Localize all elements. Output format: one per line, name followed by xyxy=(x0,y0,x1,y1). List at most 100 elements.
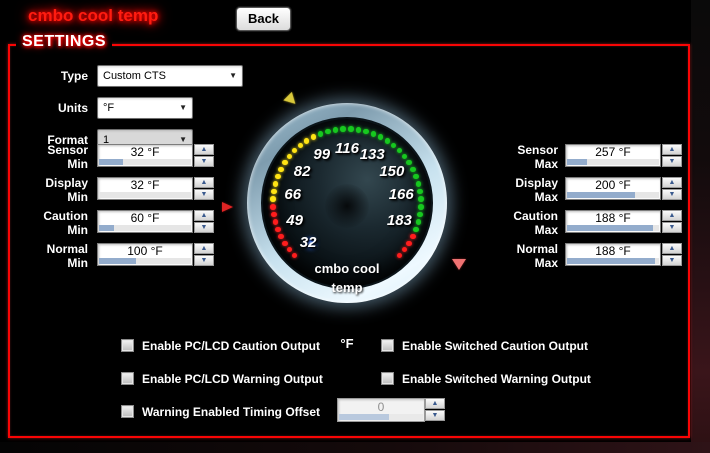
timing-offset-checkbox[interactable] xyxy=(121,405,134,418)
gauge-led-dot xyxy=(401,153,408,160)
gauge-led-dot xyxy=(317,131,324,137)
gauge-led-dot xyxy=(410,233,416,240)
spin-down-button[interactable]: ▼ xyxy=(662,255,682,266)
pc-lcd-caution-checkbox[interactable] xyxy=(121,339,134,352)
sensor-min-field[interactable]: 32 °F xyxy=(97,144,193,167)
caution-max-spinner: ▲ ▼ xyxy=(662,210,682,233)
display-min-value: 32 °F xyxy=(130,178,160,192)
type-label: Type xyxy=(60,69,88,83)
spin-up-button[interactable]: ▲ xyxy=(194,243,214,254)
gauge-face-title-2: temp xyxy=(331,280,363,295)
spin-down-button[interactable]: ▼ xyxy=(194,255,214,266)
switched-caution-checkbox[interactable] xyxy=(381,339,394,352)
gauge-led-dot xyxy=(348,126,354,132)
caution-max-progress xyxy=(567,225,659,231)
switched-warning-label: Enable Switched Warning Output xyxy=(402,372,591,386)
timing-offset-progress xyxy=(339,414,423,420)
gauge-tick-label: 183 xyxy=(386,211,412,229)
normal-max-value: 188 °F xyxy=(595,244,631,258)
gauge-led-dot xyxy=(297,142,304,149)
gauge-led-dot xyxy=(275,173,281,180)
gauge-led-dot xyxy=(417,188,423,195)
switched-warning-checkbox[interactable] xyxy=(381,372,394,385)
sensor-max-spinner: ▲ ▼ xyxy=(662,144,682,167)
gauge-led-dot xyxy=(272,219,279,225)
gauge-led-dot xyxy=(340,126,346,132)
switched-caution-label: Enable Switched Caution Output xyxy=(402,339,588,353)
display-max-value: 200 °F xyxy=(595,178,631,192)
gauge-led-dot xyxy=(363,128,369,135)
sensor-max-field[interactable]: 257 °F xyxy=(565,144,661,167)
caution-min-progress xyxy=(99,225,191,231)
units-dropdown-value: °F xyxy=(103,102,115,114)
spin-down-button[interactable]: ▼ xyxy=(662,222,682,233)
spin-up-button[interactable]: ▲ xyxy=(662,210,682,221)
caution-max-value: 188 °F xyxy=(595,211,631,225)
gauge-dial: cmbo cool temp °F 32 49 66 82 99 116 133 150 166… xyxy=(247,103,447,351)
gauge-led-dot xyxy=(410,166,416,173)
display-min-label: Display Min xyxy=(45,176,88,204)
timing-offset-field[interactable]: 0 xyxy=(337,398,425,422)
normal-min-field[interactable]: 100 °F xyxy=(97,243,193,266)
spin-up-button[interactable]: ▲ xyxy=(194,177,214,188)
caution-min-value: 60 °F xyxy=(130,211,160,225)
normal-max-field[interactable]: 188 °F xyxy=(565,243,661,266)
gauge-led-dot xyxy=(278,233,284,240)
spin-up-button[interactable]: ▲ xyxy=(662,243,682,254)
spin-up-button[interactable]: ▲ xyxy=(194,144,214,155)
display-min-field[interactable]: 32 °F xyxy=(97,177,193,200)
spin-up-button[interactable]: ▲ xyxy=(194,210,214,221)
caution-min-spinner: ▲ ▼ xyxy=(194,210,214,233)
display-min-spinner: ▲ ▼ xyxy=(194,177,214,200)
gauge-led-dot xyxy=(384,138,391,144)
gauge-led-dot xyxy=(278,166,284,173)
background-texture-right xyxy=(691,0,710,453)
background-texture-bottom xyxy=(0,442,710,453)
gauge-led-dot xyxy=(355,127,362,133)
gauge-face-title-1: cmbo cool xyxy=(314,261,380,276)
gauge-led-dot xyxy=(282,240,288,247)
gauge-led-dot xyxy=(303,138,310,144)
normal-max-spinner: ▲ ▼ xyxy=(662,243,682,266)
gauge-tick-label: 133 xyxy=(359,146,385,164)
settings-section-title: SETTINGS xyxy=(16,33,113,51)
normal-min-progress xyxy=(99,258,191,264)
units-dropdown[interactable]: °F ▼ xyxy=(97,97,193,119)
spin-down-button[interactable]: ▼ xyxy=(662,156,682,167)
display-min-progress xyxy=(99,192,191,198)
gauge-hub xyxy=(325,184,369,228)
spin-up-button[interactable]: ▲ xyxy=(425,398,445,409)
spin-down-button[interactable]: ▼ xyxy=(425,410,445,421)
display-max-field[interactable]: 200 °F xyxy=(565,177,661,200)
spin-down-button[interactable]: ▼ xyxy=(194,189,214,200)
gauge-led-dot xyxy=(390,142,397,149)
caution-min-field[interactable]: 60 °F xyxy=(97,210,193,233)
type-dropdown[interactable]: Custom CTS ▼ xyxy=(97,65,243,87)
gauge-preview: cmbo cool temp °F 32 49 66 82 99 116 133 150 166… xyxy=(247,103,447,351)
display-max-spinner: ▲ ▼ xyxy=(662,177,682,200)
spin-down-button[interactable]: ▼ xyxy=(662,189,682,200)
gauge-led-dot xyxy=(401,246,408,253)
pc-lcd-warning-checkbox[interactable] xyxy=(121,372,134,385)
gauge-led-dot xyxy=(406,240,412,247)
gauge-led-dot xyxy=(415,219,422,225)
chevron-down-icon: ▼ xyxy=(229,71,237,80)
gauge-led-dot xyxy=(270,196,276,202)
gauge-led-dot xyxy=(418,204,424,210)
spin-up-button[interactable]: ▲ xyxy=(662,177,682,188)
gauge-tick-label: 150 xyxy=(379,163,405,181)
caution-max-field[interactable]: 188 °F xyxy=(565,210,661,233)
gauge-tick-label: 32 xyxy=(299,233,317,251)
chevron-down-icon: ▼ xyxy=(179,103,187,112)
gauge-led-dot xyxy=(396,147,403,154)
spin-down-button[interactable]: ▼ xyxy=(194,222,214,233)
gauge-title: cmbo cool temp xyxy=(28,6,159,25)
spin-down-button[interactable]: ▼ xyxy=(194,156,214,167)
gauge-led-dot xyxy=(291,252,298,259)
timing-offset-value: 0 xyxy=(377,400,385,414)
back-button[interactable]: Back xyxy=(236,7,291,31)
spin-up-button[interactable]: ▲ xyxy=(662,144,682,155)
sensor-min-progress xyxy=(99,159,191,165)
gauge-led-dot xyxy=(396,252,403,259)
gauge-led-dot xyxy=(415,181,422,187)
